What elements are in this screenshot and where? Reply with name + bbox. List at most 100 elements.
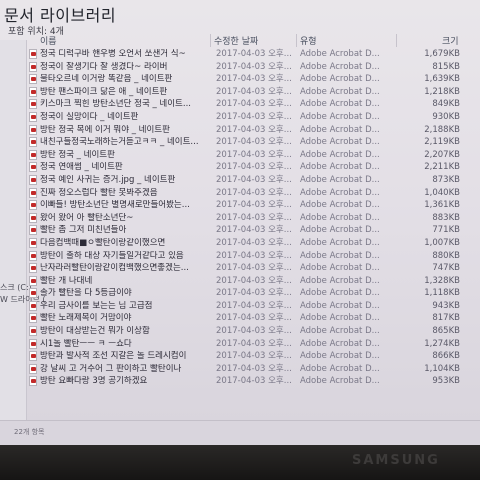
file-name: 방탄 정국 목에 이거 뭐야 _ 네이트판 <box>40 124 170 135</box>
file-row[interactable]: 이빠들! 방탄소년단 별명새로만들어봤는... 2017-04-03 오후... A… <box>0 199 480 212</box>
file-type: Adobe Acrobat D... <box>300 300 380 311</box>
file-type: Adobe Acrobat D... <box>300 111 380 122</box>
file-row[interactable]: 방탄 요빠다랑 3명 공기하겠요 2017-04-03 오후... Adobe Ac… <box>0 375 480 388</box>
file-row[interactable]: 정국 디럭구바 핸우병 오언서 쏘샌거 식~ 2017-04-03 오후... Ad… <box>0 48 480 61</box>
brand-logo: SAMSUNG <box>352 453 440 468</box>
pdf-file-icon <box>29 237 37 248</box>
file-size: 2,119KB <box>424 137 460 148</box>
file-type: Adobe Acrobat D... <box>300 225 380 236</box>
file-type: Adobe Acrobat D... <box>300 200 380 211</box>
file-type: Adobe Acrobat D... <box>300 338 380 349</box>
file-row[interactable]: 불타오르네 이거랑 똑같음 _ 네이트판 2017-04-03 오후... Adob… <box>0 73 480 86</box>
pdf-file-icon <box>29 137 37 148</box>
file-row[interactable]: 진짜 정오스럽다 빨탄 못봐주겠음 2017-04-03 오후... Adobe A… <box>0 187 480 200</box>
file-modified-date: 2017-04-03 오후... <box>216 326 292 337</box>
file-row[interactable]: 방탄 팬스파이크 닮은 애 _ 네이트판 2017-04-03 오후... Adob… <box>0 86 480 99</box>
file-row[interactable]: 정국이 잘생기다 잘 생겼다~ 라이버 2017-04-03 오후... Adobe… <box>0 61 480 74</box>
file-modified-date: 2017-04-03 오후... <box>216 376 292 387</box>
file-name: 정국이 실망이다 _ 네이트판 <box>40 111 139 122</box>
file-type: Adobe Acrobat D... <box>300 363 380 374</box>
column-header-name[interactable]: 이름 <box>40 34 57 47</box>
file-row[interactable]: 방탄이 대상받는건 뭐가 이상함 2017-04-03 오후... Adobe Ac… <box>0 325 480 338</box>
file-name: 내친구들정국노래하는거듣고ㅋㅋ _ 네이트... <box>40 137 199 148</box>
pdf-file-icon <box>29 338 37 349</box>
file-name: 정국 디럭구바 핸우병 오언서 쏘샌거 식~ <box>40 49 186 59</box>
pdf-file-icon <box>29 74 37 85</box>
file-modified-date: 2017-04-03 오후... <box>216 174 292 185</box>
file-row[interactable]: 방탄과 발사적 조선 지갈은 놀 드레시컴이 2017-04-03 오후... Ad… <box>0 350 480 363</box>
file-row[interactable]: 정국 연애썸 _ 네이트판 2017-04-03 오후... Adobe Acrob… <box>0 161 480 174</box>
file-name: 빨탄 노래제목이 거맘이야 <box>40 313 132 324</box>
pdf-file-icon <box>29 363 37 374</box>
column-divider[interactable] <box>210 34 211 47</box>
file-modified-date: 2017-04-03 오후... <box>216 149 292 160</box>
file-row[interactable]: 강 날씨 고 거수어 그 판이하고 빨탄이나 2017-04-03 오후... Ad… <box>0 363 480 376</box>
library-title: 문서 라이브러리 <box>4 6 117 25</box>
file-row[interactable]: 난자라러빨탄이랑같이컴백했으면좋겠는... 2017-04-03 오후... Ado… <box>0 262 480 275</box>
pdf-file-icon <box>29 250 37 261</box>
pdf-file-icon <box>29 99 37 110</box>
file-name: 불타오르네 이거랑 똑같음 _ 네이트판 <box>40 74 173 85</box>
file-size: 865KB <box>432 326 460 337</box>
file-modified-date: 2017-04-03 오후... <box>216 313 292 324</box>
file-type: Adobe Acrobat D... <box>300 237 380 248</box>
file-row[interactable]: 키스마크 찍힌 방탄소년단 정국 _ 네이트... 2017-04-03 오후..… <box>0 98 480 111</box>
file-row[interactable]: 솔가 빨탄을 다 5등급이야 2017-04-03 오후... Adobe Acro… <box>0 287 480 300</box>
file-type: Adobe Acrobat D... <box>300 124 380 135</box>
file-type: Adobe Acrobat D... <box>300 313 380 324</box>
file-row[interactable]: 빨탄 좀 그저 미친년들아 2017-04-03 오후... Adobe Acrob… <box>0 224 480 237</box>
file-size: 2,207KB <box>424 149 460 160</box>
file-row[interactable]: 우리 금사이를 보는는 님 고급점 2017-04-03 오후... Adobe A… <box>0 300 480 313</box>
file-size: 1,007KB <box>424 237 460 248</box>
file-row[interactable]: 다음컴백때■ㅇ빨탄이랑같이했으면 2017-04-03 오후... Adobe Ac… <box>0 237 480 250</box>
column-header-type[interactable]: 유형 <box>300 34 317 47</box>
file-name: 키스마크 찍힌 방탄소년단 정국 _ 네이트... <box>40 99 191 110</box>
file-name: 빨탄 좀 그저 미친년들아 <box>40 225 127 236</box>
pdf-file-icon <box>29 200 37 211</box>
file-row[interactable]: 빨탄 노래제목이 거맘이야 2017-04-03 오후... Adobe Acrob… <box>0 312 480 325</box>
file-modified-date: 2017-04-03 오후... <box>216 200 292 211</box>
file-size: 1,274KB <box>424 338 460 349</box>
file-row[interactable]: 방탄이 출하 대상 자기들일거같다고 있음 2017-04-03 오후... Ado… <box>0 250 480 263</box>
file-row[interactable]: 정국이 실망이다 _ 네이트판 2017-04-03 오후... Adobe Acr… <box>0 111 480 124</box>
pdf-file-icon <box>29 275 37 286</box>
pdf-file-icon <box>29 300 37 311</box>
pdf-file-icon <box>29 263 37 274</box>
file-row[interactable]: 방탄 정국 목에 이거 뭐야 _ 네이트판 2017-04-03 오후... Ado… <box>0 124 480 137</box>
column-divider[interactable] <box>296 34 297 47</box>
file-row[interactable]: 왔어 왔어 아 빨탄소년단~ 2017-04-03 오후... Adobe Acro… <box>0 212 480 225</box>
file-size: 880KB <box>432 250 460 261</box>
pdf-file-icon <box>29 187 37 198</box>
file-row[interactable]: 방탄 정국 _ 네이트판 2017-04-03 오후... Adobe Acroba… <box>0 149 480 162</box>
column-header-date[interactable]: 수정한 날짜 <box>214 34 258 47</box>
file-modified-date: 2017-04-03 오후... <box>216 288 292 299</box>
file-modified-date: 2017-04-03 오후... <box>216 99 292 110</box>
column-divider[interactable] <box>396 34 397 47</box>
file-row[interactable]: 내친구들정국노래하는거듣고ㅋㅋ _ 네이트... 2017-04-03 오후...… <box>0 136 480 149</box>
file-type: Adobe Acrobat D... <box>300 162 380 173</box>
file-modified-date: 2017-04-03 오후... <box>216 111 292 122</box>
file-type: Adobe Acrobat D... <box>300 137 380 148</box>
file-row[interactable]: 빨탄 개 나대네 2017-04-03 오후... Adobe Acrobat D.… <box>0 275 480 288</box>
file-type: Adobe Acrobat D... <box>300 61 380 72</box>
file-modified-date: 2017-04-03 오후... <box>216 263 292 274</box>
file-modified-date: 2017-04-03 오후... <box>216 225 292 236</box>
file-name: 난자라러빨탄이랑같이컴백했으면좋겠는... <box>40 263 189 274</box>
column-header-size[interactable]: 크기 <box>442 34 459 47</box>
file-name: 방탄이 대상받는건 뭐가 이상함 <box>40 326 150 337</box>
file-modified-date: 2017-04-03 오후... <box>216 363 292 374</box>
pdf-file-icon <box>29 351 37 362</box>
file-name: 우리 금사이를 보는는 님 고급점 <box>40 300 153 311</box>
file-row[interactable]: 시1놀 빨탄ㅡㅡ ㅋ ㅡ쇼다 2017-04-03 오후... Adobe Acro… <box>0 338 480 351</box>
file-row[interactable]: 정국 예인 사귀는 증거.jpg _ 네이트판 2017-04-03 오후... A… <box>0 174 480 187</box>
file-type: Adobe Acrobat D... <box>300 174 380 185</box>
file-size: 943KB <box>432 300 460 311</box>
file-type: Adobe Acrobat D... <box>300 212 380 223</box>
file-type: Adobe Acrobat D... <box>300 376 380 387</box>
file-type: Adobe Acrobat D... <box>300 49 380 59</box>
file-name: 강 날씨 고 거수어 그 판이하고 빨탄이나 <box>40 363 182 374</box>
explorer-window: 문서 라이브러리 포함 위치: 4개 이름 수정한 날짜 유형 크기 스크 (C… <box>0 0 480 445</box>
file-size: 747KB <box>432 263 460 274</box>
file-name: 시1놀 빨탄ㅡㅡ ㅋ ㅡ쇼다 <box>40 338 132 349</box>
file-type: Adobe Acrobat D... <box>300 99 380 110</box>
